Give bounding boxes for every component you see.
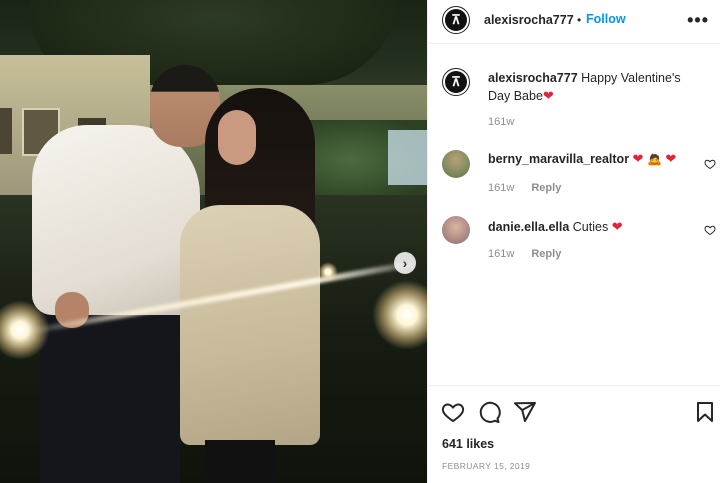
avatar-logo-icon: ⊼: [445, 71, 467, 93]
comment-meta: 161w Reply: [488, 182, 575, 194]
comment-timestamp[interactable]: 161w: [488, 248, 514, 260]
avatar[interactable]: [442, 216, 470, 244]
comment-text: danie.ella.ella Cuties ❤: [488, 218, 688, 236]
likes-count[interactable]: 641 likes: [442, 437, 494, 451]
follow-button[interactable]: Follow: [586, 12, 626, 26]
avatar[interactable]: [442, 150, 470, 178]
comment-meta: 161w Reply: [488, 248, 575, 260]
heart-icon[interactable]: [704, 224, 716, 236]
comment-icon[interactable]: [477, 400, 501, 424]
separator-dot: •: [577, 13, 582, 27]
red-heart-emoji: ❤: [542, 88, 554, 103]
post-photo[interactable]: ›: [0, 0, 427, 483]
post-header: ⊼ alexisrocha777 • Follow •••: [428, 0, 720, 44]
comment-message: Cuties: [572, 220, 609, 234]
chevron-right-icon: ›: [402, 255, 408, 271]
comment-item: danie.ella.ella Cuties ❤ 161w Reply: [428, 216, 720, 266]
carousel-next-button[interactable]: ›: [394, 252, 416, 274]
avatar[interactable]: ⊼: [442, 68, 470, 96]
comment-item: berny_maravilla_realtor ❤ 🙇 ❤ 161w Reply: [428, 150, 720, 200]
reply-button[interactable]: Reply: [531, 182, 561, 194]
photo-woman-face: [218, 110, 256, 165]
comment-timestamp[interactable]: 161w: [488, 182, 514, 194]
bookmark-icon[interactable]: [693, 400, 717, 424]
reply-button[interactable]: Reply: [531, 248, 561, 260]
red-heart-emoji: ❤: [632, 151, 644, 166]
caption-text: alexisrocha777 Happy Valentine's Day Bab…: [488, 70, 688, 105]
avatar[interactable]: ⊼: [442, 6, 470, 34]
red-heart-emoji: ❤: [611, 219, 623, 234]
caption: ⊼ alexisrocha777 Happy Valentine's Day B…: [428, 68, 720, 128]
comment-text: berny_maravilla_realtor ❤ 🙇 ❤: [488, 150, 688, 168]
photo-sparkler: [318, 262, 338, 282]
heart-icon[interactable]: [704, 158, 716, 170]
caption-timestamp[interactable]: 161w: [488, 116, 514, 128]
photo-man-shirt: [32, 125, 200, 315]
red-heart-emoji: ❤: [665, 151, 677, 166]
heart-icon[interactable]: [441, 400, 465, 424]
photo-light: [388, 130, 427, 185]
caption-username[interactable]: alexisrocha777: [488, 71, 578, 85]
photo-woman-coat: [180, 205, 320, 445]
post-side-panel: ⊼ alexisrocha777 • Follow ••• ⊼ alexisro…: [427, 0, 720, 483]
person-emoji: 🙇: [646, 152, 662, 166]
post-actions: 641 likes FEBRUARY 15, 2019: [428, 385, 720, 483]
caption-meta: 161w: [488, 116, 528, 128]
photo-man-pants: [40, 305, 180, 483]
avatar-logo-icon: ⊼: [445, 9, 467, 31]
send-icon[interactable]: [513, 400, 537, 424]
more-options-icon[interactable]: •••: [687, 10, 709, 31]
comment-username[interactable]: berny_maravilla_realtor: [488, 152, 629, 166]
author-username[interactable]: alexisrocha777: [484, 13, 574, 27]
comment-username[interactable]: danie.ella.ella: [488, 220, 569, 234]
photo-window: [0, 108, 12, 154]
post-date[interactable]: FEBRUARY 15, 2019: [442, 461, 530, 471]
photo-woman-legs: [205, 440, 275, 483]
